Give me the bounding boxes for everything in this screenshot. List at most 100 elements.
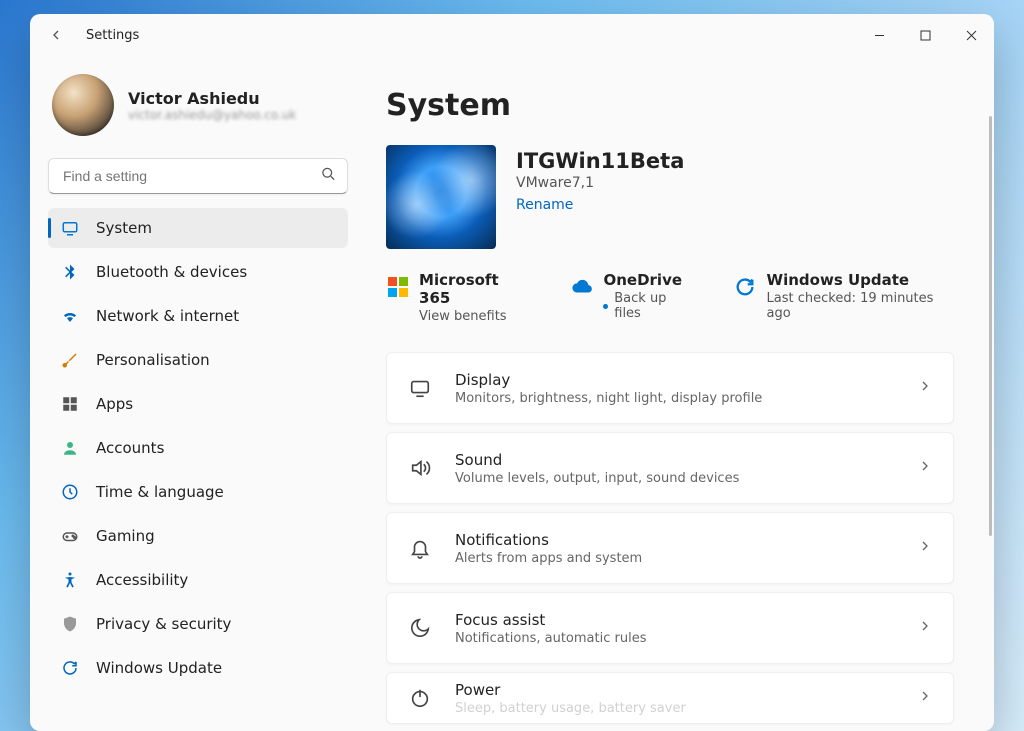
wifi-icon [60, 306, 80, 326]
card-title: Focus assist [455, 611, 917, 629]
bell-icon [407, 535, 433, 561]
status-sub: Last checked: 19 minutes ago [767, 291, 954, 321]
sound-icon [407, 455, 433, 481]
gamepad-icon [60, 526, 80, 546]
device-model: VMware7,1 [516, 175, 684, 191]
apps-icon [60, 394, 80, 414]
user-email: victor.ashiedu@yahoo.co.uk [128, 108, 296, 122]
titlebar: Settings [30, 14, 994, 56]
card-title: Notifications [455, 531, 917, 549]
status-title: Microsoft 365 [419, 271, 530, 307]
page-title: System [386, 88, 954, 123]
sidebar-item-label: Accessibility [96, 571, 188, 589]
scrollbar[interactable] [989, 116, 992, 536]
moon-icon [407, 615, 433, 641]
window-title: Settings [86, 28, 139, 43]
card-sub: Notifications, automatic rules [455, 631, 917, 646]
sidebar-item-apps[interactable]: Apps [48, 384, 348, 424]
card-sub: Monitors, brightness, night light, displ… [455, 391, 917, 406]
sidebar-item-label: Apps [96, 395, 133, 413]
sidebar-item-label: Network & internet [96, 307, 239, 325]
sidebar-item-label: Personalisation [96, 351, 210, 369]
sidebar-item-time[interactable]: Time & language [48, 472, 348, 512]
microsoft-logo-icon [386, 275, 409, 299]
card-sub: Volume levels, output, input, sound devi… [455, 471, 917, 486]
sidebar: Victor Ashiedu victor.ashiedu@yahoo.co.u… [30, 56, 360, 731]
person-icon [60, 438, 80, 458]
sidebar-item-label: Gaming [96, 527, 155, 545]
sidebar-item-accounts[interactable]: Accounts [48, 428, 348, 468]
card-sub: Alerts from apps and system [455, 551, 917, 566]
chevron-right-icon [917, 688, 933, 708]
status-title: Windows Update [767, 271, 954, 289]
close-button[interactable] [948, 14, 994, 56]
main-pane: System ITGWin11Beta VMware7,1 Rename [360, 56, 994, 731]
maximize-button[interactable] [902, 14, 948, 56]
sidebar-item-update[interactable]: Windows Update [48, 648, 348, 688]
back-arrow-icon [48, 27, 64, 43]
card-focus-assist[interactable]: Focus assist Notifications, automatic ru… [386, 592, 954, 664]
sidebar-item-privacy[interactable]: Privacy & security [48, 604, 348, 644]
bluetooth-icon [60, 262, 80, 282]
status-title: OneDrive [603, 271, 693, 289]
search-icon [321, 167, 336, 186]
status-onedrive[interactable]: OneDrive Back up files [570, 271, 693, 324]
card-notifications[interactable]: Notifications Alerts from apps and syste… [386, 512, 954, 584]
status-row: Microsoft 365 View benefits OneDrive Bac… [386, 271, 954, 324]
sidebar-item-bluetooth[interactable]: Bluetooth & devices [48, 252, 348, 292]
desktop-background: Settings Victor Ashiedu [0, 0, 1024, 731]
minimize-button[interactable] [856, 14, 902, 56]
back-button[interactable] [44, 23, 68, 47]
close-icon [966, 30, 977, 41]
search-input[interactable] [48, 158, 348, 194]
window-controls [856, 14, 994, 56]
status-sub: View benefits [419, 309, 530, 324]
sidebar-item-label: Accounts [96, 439, 164, 457]
card-power[interactable]: Power Sleep, battery usage, battery save… [386, 672, 954, 724]
display-icon [407, 375, 433, 401]
sidebar-item-network[interactable]: Network & internet [48, 296, 348, 336]
sidebar-item-label: System [96, 219, 152, 237]
card-title: Display [455, 371, 917, 389]
device-name: ITGWin11Beta [516, 149, 684, 173]
card-sub: Sleep, battery usage, battery saver [455, 701, 917, 716]
accessibility-icon [60, 570, 80, 590]
device-block: ITGWin11Beta VMware7,1 Rename [386, 145, 954, 249]
card-title: Sound [455, 451, 917, 469]
settings-window: Settings Victor Ashiedu [30, 14, 994, 731]
sidebar-item-gaming[interactable]: Gaming [48, 516, 348, 556]
chevron-right-icon [917, 538, 933, 558]
power-icon [407, 685, 433, 711]
sidebar-item-label: Privacy & security [96, 615, 231, 633]
card-sound[interactable]: Sound Volume levels, output, input, soun… [386, 432, 954, 504]
chevron-right-icon [917, 378, 933, 398]
maximize-icon [920, 30, 931, 41]
sidebar-nav: System Bluetooth & devices Network & int… [48, 208, 348, 692]
sidebar-item-accessibility[interactable]: Accessibility [48, 560, 348, 600]
device-wallpaper-thumbnail [386, 145, 496, 249]
user-block[interactable]: Victor Ashiedu victor.ashiedu@yahoo.co.u… [52, 74, 344, 136]
card-display[interactable]: Display Monitors, brightness, night ligh… [386, 352, 954, 424]
sidebar-item-label: Windows Update [96, 659, 222, 677]
shield-icon [60, 614, 80, 634]
user-text: Victor Ashiedu victor.ashiedu@yahoo.co.u… [128, 89, 296, 122]
chevron-right-icon [917, 618, 933, 638]
sidebar-item-label: Bluetooth & devices [96, 263, 247, 281]
chevron-right-icon [917, 458, 933, 478]
onedrive-cloud-icon [570, 275, 593, 299]
sidebar-item-system[interactable]: System [48, 208, 348, 248]
update-icon [60, 658, 80, 678]
minimize-icon [874, 30, 885, 41]
search-container [48, 158, 348, 194]
status-windows-update[interactable]: Windows Update Last checked: 19 minutes … [734, 271, 955, 324]
system-icon [60, 218, 80, 238]
windows-update-icon [734, 275, 757, 299]
avatar [52, 74, 114, 136]
sidebar-item-label: Time & language [96, 483, 224, 501]
clock-globe-icon [60, 482, 80, 502]
status-sub: Back up files [603, 291, 693, 321]
user-name: Victor Ashiedu [128, 89, 296, 108]
status-microsoft365[interactable]: Microsoft 365 View benefits [386, 271, 530, 324]
sidebar-item-personalisation[interactable]: Personalisation [48, 340, 348, 380]
rename-link[interactable]: Rename [516, 197, 684, 213]
